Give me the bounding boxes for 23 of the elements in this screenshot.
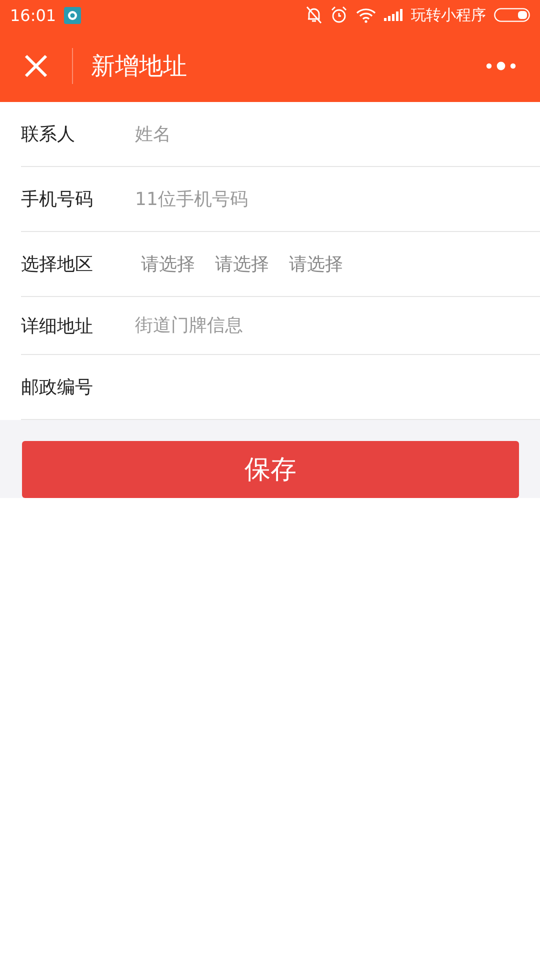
input-field[interactable]: 姓名 <box>135 124 540 144</box>
more-icon[interactable] <box>486 61 516 71</box>
field-label: 详细地址 <box>21 314 94 338</box>
alarm-icon <box>330 6 348 24</box>
page-title: 新增地址 <box>91 51 187 82</box>
input-field[interactable]: 11位手机号码 <box>135 188 540 210</box>
battery-icon <box>494 8 530 22</box>
region-picker[interactable]: 请选择 <box>215 252 269 276</box>
close-icon[interactable] <box>24 54 48 78</box>
status-time: 16:01 <box>10 6 56 24</box>
signal-icon <box>384 9 403 21</box>
status-text: 玩转小程序 <box>411 6 486 24</box>
field-label: 邮政编号 <box>21 376 94 399</box>
region-picker[interactable]: 请选择 <box>141 252 195 276</box>
app-notification-icon <box>64 6 82 24</box>
save-button[interactable]: 保存 <box>22 441 519 498</box>
field-label: 联系人 <box>21 123 76 146</box>
input-field[interactable]: 街道门牌信息 <box>135 315 540 336</box>
field-label: 选择地区 <box>21 253 94 276</box>
wifi-icon <box>356 8 376 22</box>
field-label: 手机号码 <box>21 188 94 211</box>
region-picker[interactable]: 请选择 <box>289 252 343 276</box>
mute-bell-icon <box>306 6 322 24</box>
